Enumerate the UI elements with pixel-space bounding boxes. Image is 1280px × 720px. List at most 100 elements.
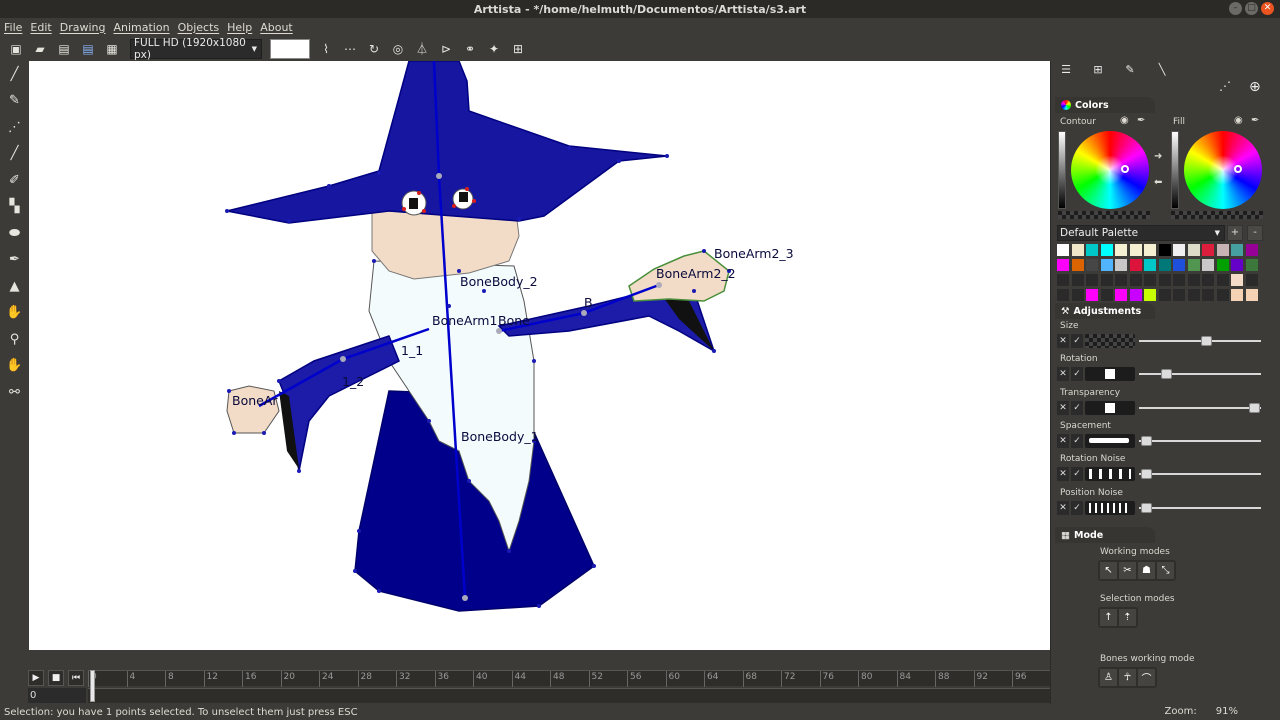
contour-alpha-bar[interactable]	[1058, 211, 1150, 219]
palette-swatch[interactable]	[1231, 244, 1243, 256]
bone-move-icon[interactable]: ♙	[1100, 669, 1117, 686]
palette-swatch[interactable]	[1086, 259, 1098, 271]
colors-section-header[interactable]: Colors	[1055, 97, 1155, 113]
bone-joint[interactable]	[462, 595, 468, 601]
palette-swatch[interactable]	[1216, 244, 1229, 256]
adjustments-section-header[interactable]: ⚒ Adjustments	[1055, 303, 1155, 319]
mode-section-header[interactable]: ▦ Mode	[1055, 527, 1155, 543]
slider-handle[interactable]	[1200, 336, 1212, 346]
palette-swatch[interactable]	[1187, 244, 1200, 256]
menu-edit[interactable]: Edit	[30, 21, 51, 34]
palette-swatch[interactable]	[1071, 244, 1084, 256]
palette-swatch[interactable]	[1187, 289, 1200, 301]
reset-icon[interactable]: ✕	[1057, 400, 1069, 415]
palette-swatch[interactable]	[1173, 274, 1185, 286]
bone-joint[interactable]	[581, 310, 587, 316]
minimize-icon[interactable]: –	[1229, 2, 1242, 15]
line-tool-icon[interactable]: ╱	[0, 141, 29, 168]
menu-about[interactable]: About	[260, 21, 293, 34]
scatter-icon[interactable]: ⋰	[1219, 79, 1231, 93]
flip-icon[interactable]: ⏃	[410, 38, 434, 60]
contour-brightness-bar[interactable]	[1058, 131, 1066, 209]
adjustment-slider[interactable]	[1139, 506, 1261, 509]
playhead[interactable]	[90, 670, 95, 702]
palette-swatch[interactable]	[1100, 274, 1113, 286]
pointer-mode-icon[interactable]: ↖	[1100, 562, 1117, 579]
palette-swatch[interactable]	[1216, 259, 1229, 271]
fill-color-marker[interactable]	[1234, 165, 1242, 173]
contour-picker-icon[interactable]: ✒	[1137, 115, 1145, 126]
reset-icon[interactable]: ✕	[1057, 467, 1069, 482]
menu-file[interactable]: File	[4, 21, 22, 34]
dotted-line-tool-icon[interactable]: ⋰	[0, 114, 29, 141]
palette-swatch[interactable]	[1187, 274, 1200, 286]
palette-swatch[interactable]	[1071, 274, 1084, 286]
contour-color-marker[interactable]	[1121, 165, 1129, 173]
palette-swatch[interactable]	[1086, 274, 1098, 286]
export-icon[interactable]: ▦	[100, 38, 124, 60]
hand-tool-icon[interactable]: ✋	[0, 353, 29, 380]
apply-icon[interactable]: ✓	[1071, 400, 1083, 415]
fill-brightness-bar[interactable]	[1171, 131, 1179, 209]
palette-select[interactable]: Default Palette ▼	[1057, 225, 1225, 241]
palette-swatch[interactable]	[1202, 274, 1214, 286]
slider-handle[interactable]	[1141, 502, 1153, 513]
palette-swatch[interactable]	[1158, 259, 1171, 271]
select-single-icon[interactable]: ↑	[1100, 609, 1117, 626]
bone-joint[interactable]	[656, 282, 662, 288]
drawing-canvas[interactable]: BoneArm2_3 BoneArm2_2 BoneBody_2 BoneArm…	[29, 61, 1050, 650]
play-icon[interactable]: ▶	[28, 670, 44, 686]
palette-swatch[interactable]	[1086, 289, 1098, 301]
maximize-icon[interactable]: □	[1245, 2, 1258, 15]
arrow-left-icon[interactable]: ⬅	[1154, 177, 1162, 188]
palette-swatch[interactable]	[1144, 244, 1156, 256]
palette-swatch[interactable]	[1173, 244, 1185, 256]
remove-palette-button[interactable]: -	[1247, 225, 1263, 241]
adjustment-slider[interactable]	[1139, 406, 1261, 409]
rewind-icon[interactable]: ⏮	[68, 670, 84, 686]
palette-swatch[interactable]	[1245, 244, 1258, 256]
palette-swatch[interactable]	[1057, 274, 1069, 286]
palette-swatch[interactable]	[1057, 259, 1069, 271]
palette-swatch[interactable]	[1057, 289, 1069, 301]
menu-objects[interactable]: Objects	[178, 21, 220, 34]
palette-swatch[interactable]	[1129, 289, 1142, 301]
apply-icon[interactable]: ✓	[1071, 334, 1083, 348]
smudge-tool-icon[interactable]: ✋	[0, 300, 29, 327]
circle-select-icon[interactable]: ◎	[386, 38, 410, 60]
pen-tool-icon[interactable]: ✎	[0, 88, 29, 115]
palette-swatch[interactable]	[1115, 259, 1127, 271]
bezier-tool-icon[interactable]: ⌇	[314, 38, 338, 60]
apply-icon[interactable]: ✓	[1071, 367, 1083, 382]
palette-swatch[interactable]	[1216, 289, 1229, 301]
brush-tool-icon[interactable]: ✐	[0, 167, 29, 194]
palette-swatch[interactable]	[1129, 244, 1142, 256]
timeline-ruler[interactable]: 0481216202428323640444852566064687276808…	[88, 670, 1065, 687]
palette-swatch[interactable]	[1100, 244, 1113, 256]
bone-joint[interactable]	[436, 173, 442, 179]
eraser-tool-icon[interactable]: ⬬	[0, 220, 29, 247]
palette-swatch[interactable]	[1231, 274, 1243, 286]
palette-swatch[interactable]	[1129, 274, 1142, 286]
menu-help[interactable]: Help	[227, 21, 252, 34]
eyedropper-tool-icon[interactable]: ✒	[0, 247, 29, 274]
palette-swatch[interactable]	[1115, 289, 1127, 301]
palette-swatch[interactable]	[1071, 259, 1084, 271]
shapes-tool-icon[interactable]: ▲	[0, 273, 29, 300]
palette-swatch[interactable]	[1231, 259, 1243, 271]
new-file-icon[interactable]: ▣	[4, 38, 28, 60]
add-palette-button[interactable]: +	[1227, 225, 1243, 241]
palette-swatch[interactable]	[1115, 274, 1127, 286]
arrow-right-icon[interactable]: ➜	[1154, 151, 1162, 162]
fill-wheel-icon[interactable]: ◉	[1234, 115, 1243, 126]
fill-mode-icon[interactable]: ☗	[1138, 562, 1155, 579]
close-icon[interactable]: ✕	[1261, 2, 1274, 15]
bone-curve-icon[interactable]: ⌒	[1138, 669, 1155, 686]
palette-swatch[interactable]	[1129, 259, 1142, 271]
bone-tab-icon[interactable]: ╲	[1155, 63, 1169, 76]
zoom-tool-icon[interactable]: ⚲	[0, 326, 29, 353]
palette-swatch[interactable]	[1158, 289, 1171, 301]
frame-input[interactable]: 0	[28, 688, 86, 703]
slider-handle[interactable]	[1141, 435, 1153, 446]
bone-tool-icon[interactable]: ⚯	[0, 379, 29, 406]
